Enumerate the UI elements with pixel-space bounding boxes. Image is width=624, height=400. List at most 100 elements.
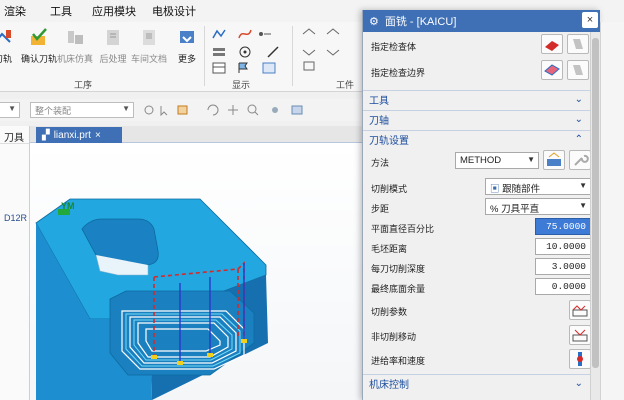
method-select[interactable]: METHOD ▼ (455, 152, 539, 169)
feeds-speeds-label: 进给率和速度 (371, 356, 426, 366)
snap-icon[interactable] (142, 104, 156, 116)
blank-distance-input[interactable]: 10.0000 (535, 238, 591, 255)
chevron-down-icon: ⌄ (574, 94, 583, 105)
method-label: 方法 (371, 158, 390, 168)
workpiece-icon-2[interactable] (326, 28, 340, 40)
close-icon[interactable]: × (582, 12, 598, 28)
method-icon (547, 152, 561, 166)
check-boundary-label: 指定检查边界 (371, 68, 426, 78)
postprocess-icon (107, 30, 119, 45)
check-body-label: 指定检查体 (371, 42, 417, 52)
cutting-params-button[interactable] (569, 300, 591, 320)
rotate-icon[interactable] (206, 104, 220, 116)
assembly-scope-value: 整个装配 (35, 106, 72, 116)
more-icon (180, 31, 194, 43)
shop-doc-button[interactable]: 车间文档 (131, 26, 168, 70)
menu-render[interactable]: 渲染 (0, 3, 38, 19)
curve-icon[interactable] (238, 28, 252, 40)
section-axis[interactable]: 刀轴 ⌄ (363, 110, 591, 128)
final-floor-stock-label: 最终底面余量 (371, 284, 426, 294)
axis-label: YM (61, 201, 75, 211)
part-file-icon: ▞ (42, 129, 50, 141)
cut-mode-value: 跟随部件 (502, 184, 541, 195)
non-cutting-moves-label: 非切削移动 (371, 332, 417, 342)
check-boundary-icon (544, 64, 560, 76)
shop-doc-icon (143, 30, 155, 45)
flat-diameter-percent-input[interactable]: 75.0000 (535, 218, 591, 235)
point-list-icon[interactable] (258, 28, 272, 40)
close-tab-icon[interactable]: × (95, 130, 101, 141)
workpiece-icon-1[interactable] (302, 28, 316, 40)
non-cutting-moves-button[interactable] (569, 325, 591, 345)
grid-icon[interactable] (262, 62, 276, 74)
section-machine-control-label: 机床控制 (369, 380, 409, 391)
pan-icon[interactable] (226, 104, 240, 116)
display-path-icon[interactable] (212, 28, 226, 40)
depth-per-cut-input[interactable]: 3.0000 (535, 258, 591, 275)
part-model (35, 198, 268, 400)
layers-icon[interactable] (212, 46, 226, 58)
method-value: METHOD (460, 155, 502, 166)
group-display-label: 显示 (232, 80, 251, 90)
specify-check-body-button[interactable] (541, 34, 563, 54)
gear-icon: ⚙ (369, 15, 379, 28)
menu-tools[interactable]: 工具 (46, 3, 84, 19)
feeds-speeds-icon (577, 352, 583, 366)
flashlight-icon (573, 39, 583, 49)
menu-app-modules[interactable]: 应用模块 (88, 3, 148, 19)
target-icon[interactable] (238, 46, 252, 58)
wrench-button[interactable] (569, 150, 591, 170)
chevron-up-icon: ⌃ (574, 134, 583, 145)
workpiece-icon-3[interactable] (302, 44, 316, 56)
edit-method-button[interactable] (543, 150, 565, 170)
flag-icon[interactable] (236, 62, 250, 74)
more-button[interactable]: 更多 (170, 26, 204, 70)
stepover-select[interactable]: % 刀具平直 ▼ (485, 198, 591, 215)
document-tab[interactable]: ▞ lianxi.prt × (36, 127, 122, 143)
menu-electrode-design[interactable]: 电极设计 (148, 3, 208, 19)
specify-check-boundary-button[interactable] (541, 60, 563, 80)
dropdown-arrow-icon: ▼ (527, 155, 535, 164)
dropdown-arrow-icon: ▼ (579, 201, 587, 210)
verify-toolpath-button[interactable]: 确认刀轨 (21, 26, 58, 70)
workpiece-icon-4[interactable] (326, 44, 340, 56)
cut-mode-select[interactable]: ▣ 跟随部件 ▼ (485, 178, 591, 195)
ribbon-separator (204, 26, 205, 86)
dialog-scrollbar[interactable] (590, 32, 600, 400)
chevron-down-icon: ⌄ (574, 378, 583, 389)
toolpath-button[interactable]: 刀轨 (0, 26, 20, 70)
verify-toolpath-label: 确认刀轨 (21, 54, 58, 64)
document-tab-bar: ▞ lianxi.prt × (30, 126, 362, 143)
section-path-settings[interactable]: 刀轨设置 ⌃ (363, 130, 591, 148)
selection-icon[interactable] (158, 104, 172, 116)
group-workpiece-label: 工件 (336, 80, 355, 90)
machine-sim-label: 机床仿真 (57, 54, 94, 64)
non-cutting-moves-icon (572, 329, 588, 342)
dialog-title: 面铣 - [KAICU] (384, 16, 457, 28)
line-icon[interactable] (266, 46, 280, 58)
table-icon[interactable] (212, 62, 226, 74)
graphics-viewport[interactable]: YM (30, 143, 362, 400)
flashlight-icon (573, 65, 583, 75)
display-check-boundary-button[interactable] (567, 60, 589, 80)
scrollbar-thumb[interactable] (592, 38, 599, 368)
filter-combo[interactable]: ▼ (0, 102, 20, 118)
stepover-value: % 刀具平直 (490, 204, 540, 215)
view-icon[interactable] (268, 104, 282, 116)
tool-cell[interactable]: D12R (0, 210, 31, 226)
workpiece-icon-5[interactable] (302, 60, 316, 72)
display-check-body-button[interactable] (567, 34, 589, 54)
assembly-scope-combo[interactable]: 整个装配 ▼ (30, 102, 134, 118)
section-machine-control[interactable]: 机床控制 ⌄ (363, 374, 591, 392)
blank-distance-label: 毛坯距离 (371, 244, 408, 254)
postprocess-button[interactable]: 后处理 (96, 26, 130, 70)
machine-sim-button[interactable]: 机床仿真 (57, 26, 94, 70)
final-floor-stock-input[interactable]: 0.0000 (535, 278, 591, 295)
zoom-icon[interactable] (246, 104, 260, 116)
render-mode-icon[interactable] (290, 104, 304, 116)
filter-select-icon[interactable] (176, 104, 190, 116)
feeds-speeds-button[interactable] (569, 349, 591, 369)
toolpath-icon (0, 30, 11, 43)
shop-doc-label: 车间文档 (131, 54, 168, 64)
section-tool[interactable]: 工具 ⌄ (363, 90, 591, 108)
